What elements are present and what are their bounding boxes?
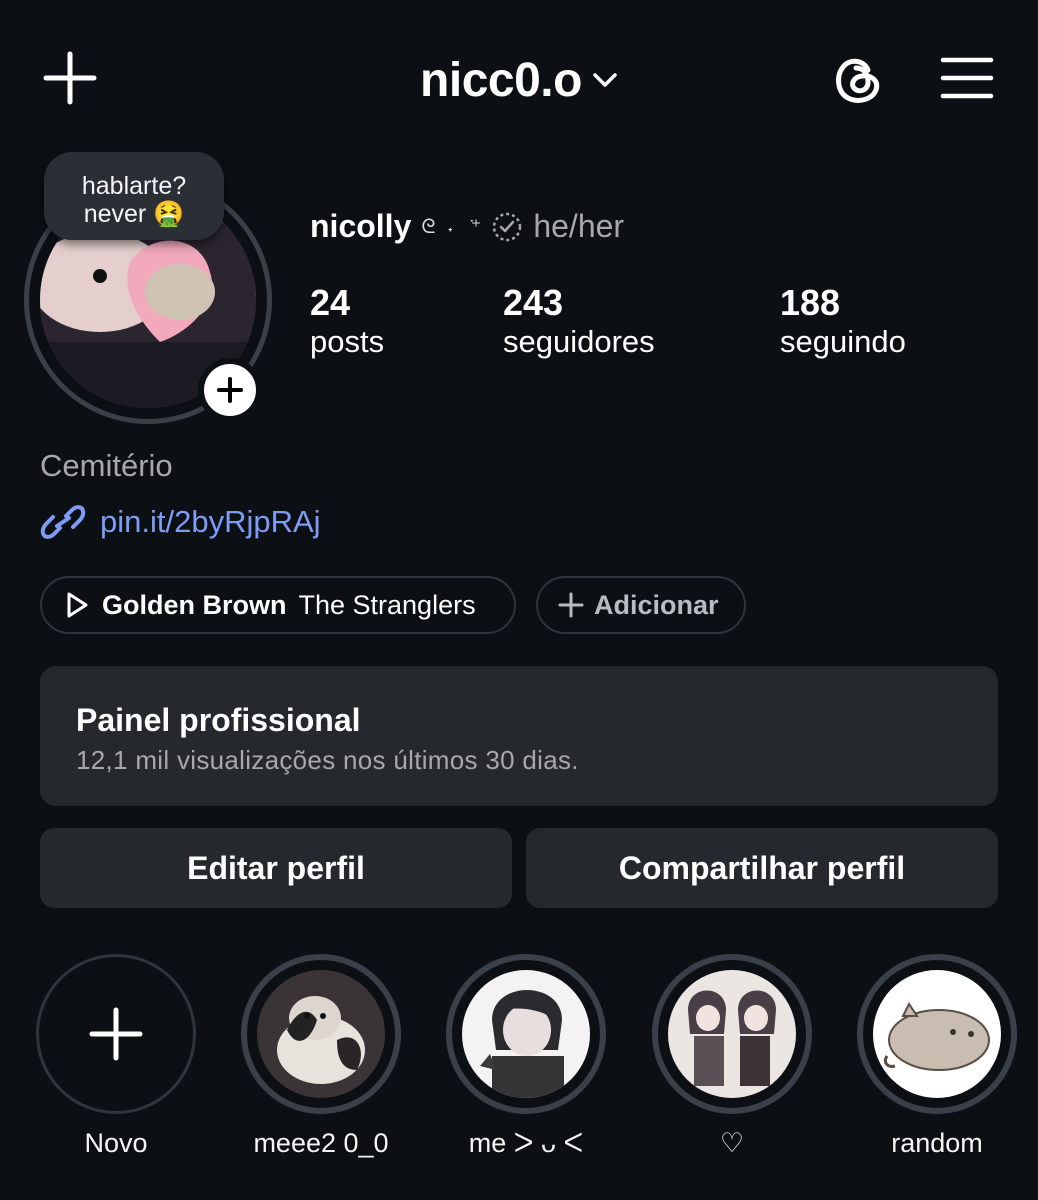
- emo-couple-drawing: [668, 970, 796, 1098]
- highlight-cover: [257, 970, 385, 1098]
- dashboard-subtitle: 12,1 mil visualizações nos últimos 30 di…: [76, 745, 579, 775]
- edit-profile-button[interactable]: Editar perfil: [40, 828, 512, 908]
- bio-link-text: pin.it/2byRjpRAj: [100, 504, 321, 539]
- highlight-label: Novo: [84, 1128, 148, 1158]
- display-name: nicolly: [310, 208, 412, 244]
- highlight-cover: [873, 970, 1001, 1098]
- profile-category: Cemitério: [40, 448, 173, 483]
- stat-value: 188: [780, 282, 841, 323]
- highlight-ring: [652, 954, 812, 1114]
- highlight-new[interactable]: Novo: [36, 954, 196, 1159]
- threads-button[interactable]: [828, 50, 886, 108]
- stat-following[interactable]: 188 seguindo: [780, 282, 906, 360]
- highlight-label: me ᐳ ᴗ ᐸ: [468, 1128, 584, 1158]
- add-story-button[interactable]: [198, 358, 262, 422]
- stat-posts[interactable]: 24 posts: [310, 282, 384, 360]
- threads-icon: [836, 58, 880, 103]
- link-icon: [40, 505, 86, 539]
- play-icon: [67, 592, 88, 618]
- highlight-item[interactable]: ♡: [652, 954, 812, 1159]
- song-title: Golden Brown: [102, 589, 287, 620]
- profile-username: nicc0.o: [420, 53, 582, 107]
- highlight-ring: [241, 954, 401, 1114]
- anime-boy-drawing: [462, 970, 590, 1098]
- highlight-ring: [36, 954, 196, 1114]
- profile-music-pill[interactable]: Golden Brown The Stranglers: [40, 576, 516, 634]
- share-profile-button[interactable]: Compartilhar perfil: [526, 828, 998, 908]
- highlight-item[interactable]: me ᐳ ᴗ ᐸ: [446, 954, 606, 1159]
- cat-photo: [257, 970, 385, 1098]
- add-music-button[interactable]: Adicionar: [536, 576, 746, 634]
- highlight-cover: [462, 970, 590, 1098]
- add-music-label: Adicionar: [594, 589, 719, 620]
- highlight-ring: [857, 954, 1017, 1114]
- stat-label: seguindo: [780, 324, 906, 359]
- plus-icon: [558, 592, 584, 618]
- chevron-down-icon: [593, 73, 617, 87]
- highlight-item[interactable]: meee2 0_0: [241, 954, 401, 1159]
- bio-link[interactable]: pin.it/2byRjpRAj: [40, 502, 321, 542]
- menu-button[interactable]: [940, 56, 994, 100]
- plus-icon: [217, 377, 243, 403]
- highlight-label: meee2 0_0: [253, 1128, 389, 1158]
- pusheen-drawing: [873, 970, 1001, 1098]
- dashboard-title: Painel profissional: [76, 702, 361, 738]
- highlight-cover: [668, 970, 796, 1098]
- note-text: hablarte? never 🤮: [81, 172, 187, 228]
- plus-icon: [89, 1007, 143, 1061]
- stat-label: posts: [310, 324, 385, 359]
- pronouns: he/her: [533, 208, 625, 244]
- stat-value: 243: [503, 282, 564, 323]
- highlight-label: random: [891, 1128, 983, 1158]
- highlight-ring: [446, 954, 606, 1114]
- verified-badge-icon: [493, 212, 522, 241]
- display-name-row: nicolly ᘓ ˖ ݁ ⁺ he/her: [310, 208, 624, 245]
- highlight-label: ♡: [719, 1128, 745, 1158]
- stat-value: 24: [310, 282, 351, 323]
- stat-followers[interactable]: 243 seguidores: [503, 282, 655, 360]
- song-artist: The Stranglers: [298, 589, 476, 620]
- name-decoration: ᘓ ˖ ݁ ⁺: [421, 216, 482, 238]
- professional-dashboard[interactable]: Painel profissional 12,1 mil visualizaçõ…: [40, 666, 998, 806]
- note-bubble[interactable]: hablarte? never 🤮: [44, 152, 224, 240]
- stat-label: seguidores: [503, 324, 655, 359]
- highlight-item[interactable]: random: [857, 954, 1017, 1159]
- hamburger-menu-icon: [940, 57, 994, 99]
